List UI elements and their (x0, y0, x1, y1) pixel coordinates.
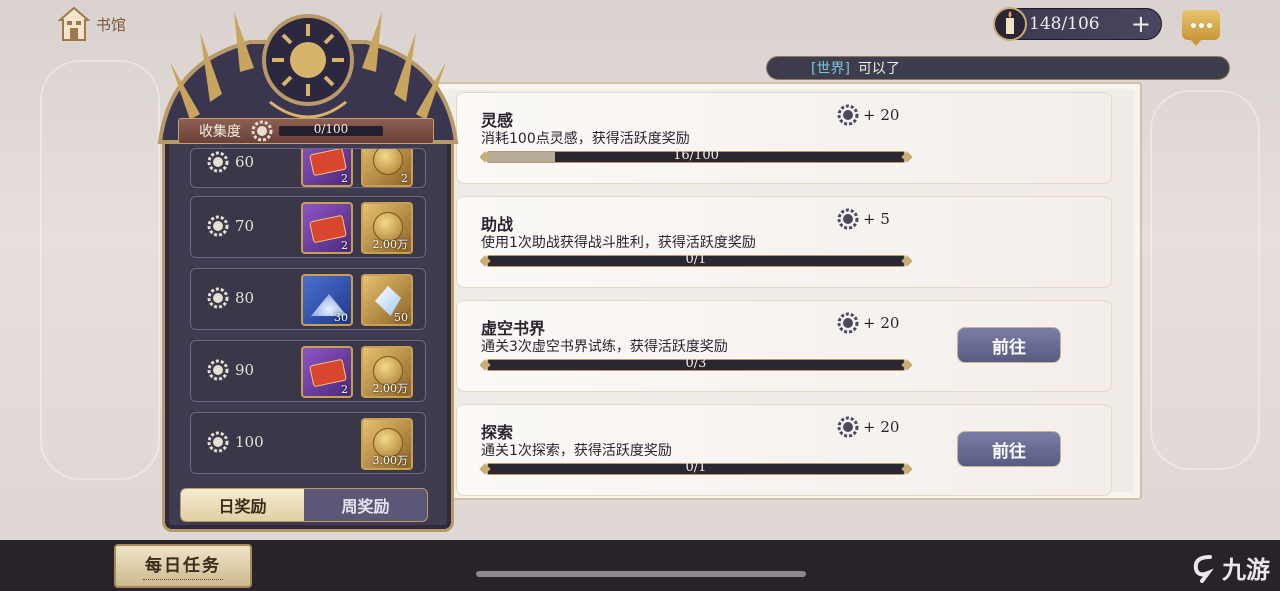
tier-value: 60 (235, 153, 255, 171)
collection-progress-bar: 0/100 (279, 122, 383, 136)
task-reward-value: + 20 (863, 418, 900, 436)
world-chat-tag: [世界] (811, 61, 850, 77)
item-count: 2.00万 (372, 382, 409, 395)
tier-value: 80 (235, 289, 255, 307)
world-chat-bar[interactable]: [世界] 可以了 (766, 56, 1230, 80)
tier-value: 90 (235, 361, 255, 379)
reward-item[interactable]: 30 (301, 274, 353, 326)
task-description: 使用1次助战获得战斗胜利，获得活跃度奖励 (481, 235, 756, 251)
task-progress-text: 0/3 (685, 356, 707, 371)
reward-item[interactable]: 2.00万 (361, 202, 413, 254)
tier-label: 70 (207, 215, 254, 237)
home-button[interactable]: 书馆 (58, 6, 126, 42)
task-description: 通关3次虚空书界试练，获得活跃度奖励 (481, 339, 728, 355)
tier-label: 60 (207, 151, 254, 173)
currency-display: 148/106 + (993, 7, 1162, 41)
tab-daily-rewards[interactable]: 日奖励 (181, 489, 304, 521)
add-currency-button[interactable]: + (1131, 12, 1151, 36)
daily-tasks-underline (143, 578, 223, 582)
item-count: 2.00万 (372, 238, 409, 251)
task-item: 灵感 消耗100点灵感，获得活跃度奖励 + 20 16/100 (456, 92, 1112, 184)
task-reward: + 20 (837, 416, 899, 438)
tier-value: 70 (235, 217, 255, 235)
activity-gear-icon (837, 416, 859, 438)
activity-gear-icon (207, 359, 229, 381)
tier-label: 100 (207, 431, 264, 453)
task-progress-text: 0/1 (685, 460, 707, 475)
reward-item[interactable]: 2.00万 (361, 346, 413, 398)
reward-tab-switch: 日奖励 周奖励 (180, 488, 428, 522)
world-chat-message: 可以了 (857, 61, 900, 77)
reward-item[interactable]: 2 (301, 346, 353, 398)
activity-gear-icon (207, 287, 229, 309)
chat-dot (1190, 22, 1196, 28)
collection-label: 收集度 (199, 124, 241, 140)
item-count: 2 (341, 383, 348, 396)
go-button[interactable]: 前往 (957, 327, 1061, 363)
reward-item[interactable]: 2 (301, 149, 353, 187)
reward-tier-row: 90 2 2.00万 (190, 340, 426, 402)
item-count: 50 (394, 311, 408, 324)
chat-dot (1206, 22, 1212, 28)
task-progress-bar: 16/100 (487, 148, 905, 163)
task-progress-text: 16/100 (673, 148, 719, 163)
task-reward-value: + 20 (863, 314, 900, 332)
reward-item[interactable]: 2 (301, 202, 353, 254)
task-progress-bar: 0/3 (487, 356, 905, 371)
collection-bar: 收集度 0/100 (178, 118, 434, 144)
daily-tasks-tab[interactable]: 每日任务 (114, 544, 252, 588)
activity-gear-icon (251, 120, 273, 142)
reward-item[interactable]: 3.00万 (361, 418, 413, 470)
task-reward-value: + 5 (863, 210, 890, 228)
activity-gear-icon (837, 208, 859, 230)
task-description: 消耗100点灵感，获得活跃度奖励 (481, 131, 690, 147)
watermark: 九游 (1190, 550, 1270, 585)
candle-icon (993, 7, 1027, 41)
reward-tier-row: 80 30 50 (190, 268, 426, 330)
home-icon (58, 6, 90, 41)
reward-tier-row: 70 2 2.00万 (190, 196, 426, 258)
tab-weekly-rewards[interactable]: 周奖励 (304, 489, 427, 521)
reward-tier-row: 100 3.00万 (190, 412, 426, 474)
go-button[interactable]: 前往 (957, 431, 1061, 467)
home-label: 书馆 (96, 15, 127, 34)
activity-gear-icon (837, 104, 859, 126)
task-reward: + 5 (837, 208, 890, 230)
home-indicator[interactable] (476, 571, 806, 577)
chat-dot (1198, 22, 1204, 28)
item-count: 2 (341, 172, 348, 185)
task-reward-value: + 20 (863, 106, 900, 124)
task-item: 虚空书界 通关3次虚空书界试练，获得活跃度奖励 + 20 0/3 前往 (456, 300, 1112, 392)
task-reward: + 20 (837, 104, 899, 126)
activity-gear-icon (207, 431, 229, 453)
task-description: 通关1次探索，获得活跃度奖励 (481, 443, 672, 459)
reward-item[interactable]: 2 (361, 149, 413, 187)
activity-gear-icon (207, 215, 229, 237)
task-progress-text: 0/1 (685, 252, 707, 267)
tier-label: 80 (207, 287, 254, 309)
nine-game-logo-icon (1193, 554, 1214, 583)
currency-value: 148/106 (1029, 14, 1100, 34)
item-count: 3.00万 (372, 454, 409, 467)
tier-label: 90 (207, 359, 254, 381)
item-count: 30 (334, 311, 348, 324)
task-item: 助战 使用1次助战获得战斗胜利，获得活跃度奖励 + 5 0/1 (456, 196, 1112, 288)
reward-tier-row: 60 2 2 (190, 148, 426, 188)
task-progress-bar: 0/1 (487, 460, 905, 475)
task-item: 探索 通关1次探索，获得活跃度奖励 + 20 0/1 前往 (456, 404, 1112, 496)
item-count: 2 (341, 239, 348, 252)
coin-icon (373, 149, 403, 175)
tier-value: 100 (235, 433, 264, 451)
activity-gear-icon (207, 151, 229, 173)
reward-item[interactable]: 50 (361, 274, 413, 326)
daily-tasks-label: 每日任务 (145, 555, 221, 576)
activity-gear-icon (837, 312, 859, 334)
task-progress-bar: 0/1 (487, 252, 905, 267)
chat-button[interactable] (1182, 10, 1220, 46)
watermark-text: 九游 (1222, 556, 1270, 584)
collection-value: 0/100 (313, 122, 349, 136)
task-reward: + 20 (837, 312, 899, 334)
item-count: 2 (401, 172, 408, 185)
